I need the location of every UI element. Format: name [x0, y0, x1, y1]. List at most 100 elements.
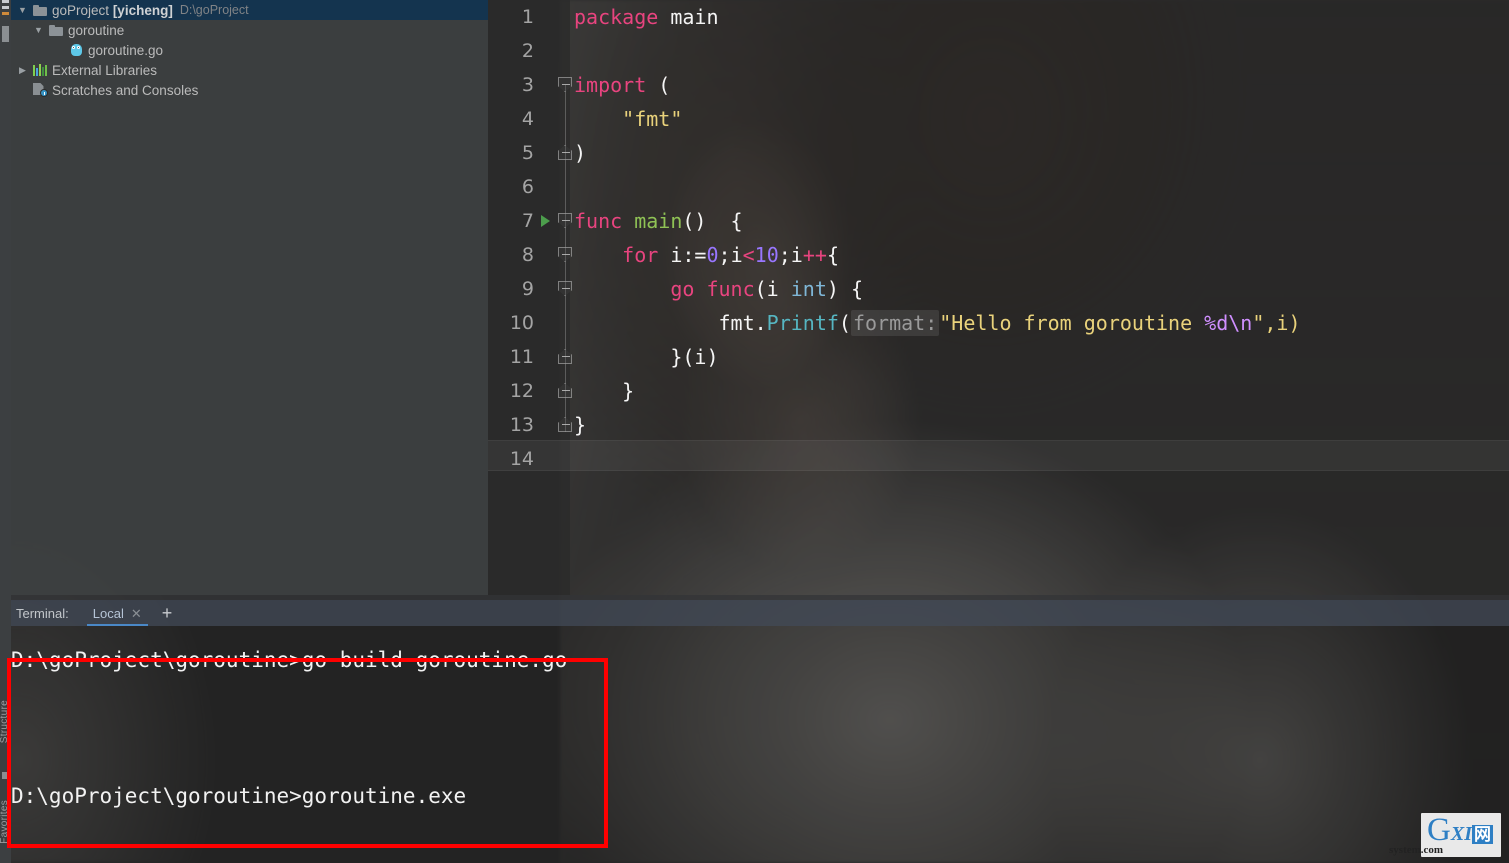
fold-collapse-icon[interactable]	[558, 213, 572, 228]
run-function-icon[interactable]	[534, 215, 556, 227]
op-incr: ++	[802, 243, 827, 267]
code-text: }	[574, 379, 635, 403]
line-number: 2	[521, 40, 534, 62]
terminal-output-area[interactable]: D:\goProject\goroutine>go build goroutin…	[0, 626, 1509, 863]
chevron-right-icon[interactable]: ▶	[15, 60, 30, 80]
terminal-tool-window[interactable]: Terminal: Local ✕ + D:\goProject\gorouti…	[0, 600, 1509, 863]
fold-gutter-slot[interactable]	[556, 272, 574, 306]
fold-gutter-slot	[556, 34, 574, 68]
code-text: import (	[574, 73, 670, 97]
fold-gutter-slot[interactable]	[556, 374, 574, 408]
tree-item-goroutine-go[interactable]: goroutine.go	[11, 40, 488, 60]
string-tail: ",i)	[1252, 311, 1301, 335]
line-number: 11	[509, 346, 534, 368]
method-printf: Printf	[766, 311, 839, 335]
tree-item-goproject[interactable]: ▼ goProject [yicheng] D:\goProject	[11, 0, 488, 20]
code-line-5[interactable]: 5 )	[488, 136, 1509, 170]
fold-collapse-icon[interactable]	[558, 77, 572, 92]
kw-func: func	[706, 277, 755, 301]
code-text: func main() {	[574, 209, 743, 233]
kw-func: func	[574, 209, 623, 233]
strip-icon-1[interactable]	[2, 0, 9, 3]
code-line-4[interactable]: 4 "fmt"	[488, 102, 1509, 136]
project-tool-window[interactable]: ▼ goProject [yicheng] D:\goProject ▼ gor…	[11, 0, 488, 595]
code-line-14[interactable]: 14	[488, 442, 1509, 476]
fold-collapse-icon[interactable]	[558, 247, 572, 262]
close-icon[interactable]: ✕	[131, 607, 142, 620]
code-line-6[interactable]: 6	[488, 170, 1509, 204]
chevron-down-icon[interactable]: ▼	[15, 0, 30, 20]
parameter-hint: format:	[850, 310, 940, 336]
code-line-9[interactable]: 9 go func(i int) {	[488, 272, 1509, 306]
pkg-fmt: fmt.	[574, 311, 767, 335]
fold-gutter-slot[interactable]	[556, 136, 574, 170]
tree-item-external-libraries[interactable]: ▶ External Libraries	[11, 60, 488, 80]
editor-scrollbar[interactable]	[1499, 0, 1509, 595]
fold-gutter-slot	[556, 0, 574, 34]
left-tool-strip[interactable]: Structure Favorites	[0, 0, 11, 863]
code-editor[interactable]: 1 package main 2 3 import ( 4 "fmt" 5) …	[488, 0, 1509, 595]
scratches-icon	[30, 80, 50, 100]
strip-icon-5[interactable]	[2, 772, 9, 779]
terminal-tab-bar[interactable]: Terminal: Local ✕ +	[0, 600, 1509, 626]
tree-item-scratches-and-consoles[interactable]: ▶ Scratches and Consoles	[11, 80, 488, 100]
strip-icon-2[interactable]	[2, 6, 9, 9]
cond-part: ;i	[718, 243, 743, 267]
line-number: 1	[521, 6, 534, 28]
code-line-1[interactable]: 1 package main	[488, 0, 1509, 34]
pkg-name: main	[658, 5, 719, 29]
strip-icon-4[interactable]	[2, 26, 9, 42]
param-i: (i	[754, 277, 791, 301]
num-10: 10	[754, 243, 779, 267]
code-line-8[interactable]: 8 for i:=0;i<10;i++{	[488, 238, 1509, 272]
fold-collapse-icon[interactable]	[558, 281, 572, 296]
terminal-tab-label: Local	[92, 605, 124, 621]
fold-gutter-slot[interactable]	[556, 204, 574, 238]
kw-go: go	[574, 277, 707, 301]
code-line-13[interactable]: 13 }	[488, 408, 1509, 442]
folder-icon	[46, 20, 66, 40]
code-text: fmt.Printf(format: "Hello from goroutine …	[574, 310, 1301, 336]
fold-expand-icon[interactable]	[558, 417, 572, 432]
code-line-3[interactable]: 3 import (	[488, 68, 1509, 102]
watermark-g: G	[1427, 811, 1451, 848]
fold-expand-icon[interactable]	[558, 383, 572, 398]
tool-window-structure[interactable]: Structure	[0, 700, 10, 743]
fold-gutter-slot[interactable]	[556, 408, 574, 442]
tree-item-label: Scratches and Consoles	[52, 82, 199, 98]
code-line-11[interactable]: 11 }(i)	[488, 340, 1509, 374]
line-number: 3	[521, 74, 534, 96]
fold-gutter-slot	[556, 170, 574, 204]
format-string: "Hello from goroutine	[939, 311, 1205, 335]
fold-expand-icon[interactable]	[558, 145, 572, 160]
code-text: package main	[574, 5, 719, 29]
tool-window-favorites[interactable]: Favorites	[0, 800, 10, 844]
tree-item-goroutine[interactable]: ▼ goroutine	[11, 20, 488, 40]
fold-gutter-slot[interactable]	[556, 238, 574, 272]
terminal-tab-local[interactable]: Local ✕	[86, 600, 148, 626]
chevron-down-icon[interactable]: ▼	[31, 20, 46, 40]
line-number: 10	[509, 312, 534, 334]
brace-open: {	[826, 243, 839, 267]
import-string: "fmt"	[622, 107, 683, 131]
line-number: 6	[521, 176, 534, 198]
fold-gutter-slot[interactable]	[556, 340, 574, 374]
strip-icon-3[interactable]	[2, 12, 9, 15]
fold-expand-icon[interactable]	[558, 349, 572, 364]
panel-splitter[interactable]	[0, 595, 1509, 600]
code-line-12[interactable]: 12 }	[488, 374, 1509, 408]
code-line-10[interactable]: 10 fmt.Printf(format: "Hello from gorouti…	[488, 306, 1509, 340]
fold-gutter-slot	[556, 102, 574, 136]
plus-icon[interactable]: +	[162, 604, 173, 622]
line-number: 5	[521, 142, 534, 164]
watermark-subtitle: system.com	[1389, 844, 1444, 856]
fold-gutter-slot[interactable]	[556, 68, 574, 102]
ide-window: Structure Favorites ▼ goProject [yicheng…	[0, 0, 1509, 863]
code-text: go func(i int) {	[574, 277, 863, 301]
code-line-7[interactable]: 7 func main() {	[488, 204, 1509, 238]
spacer: ▶	[15, 80, 30, 100]
code-line-2[interactable]: 2	[488, 34, 1509, 68]
num-0: 0	[706, 243, 719, 267]
paren: )	[574, 141, 587, 165]
code-text: }	[574, 413, 587, 437]
